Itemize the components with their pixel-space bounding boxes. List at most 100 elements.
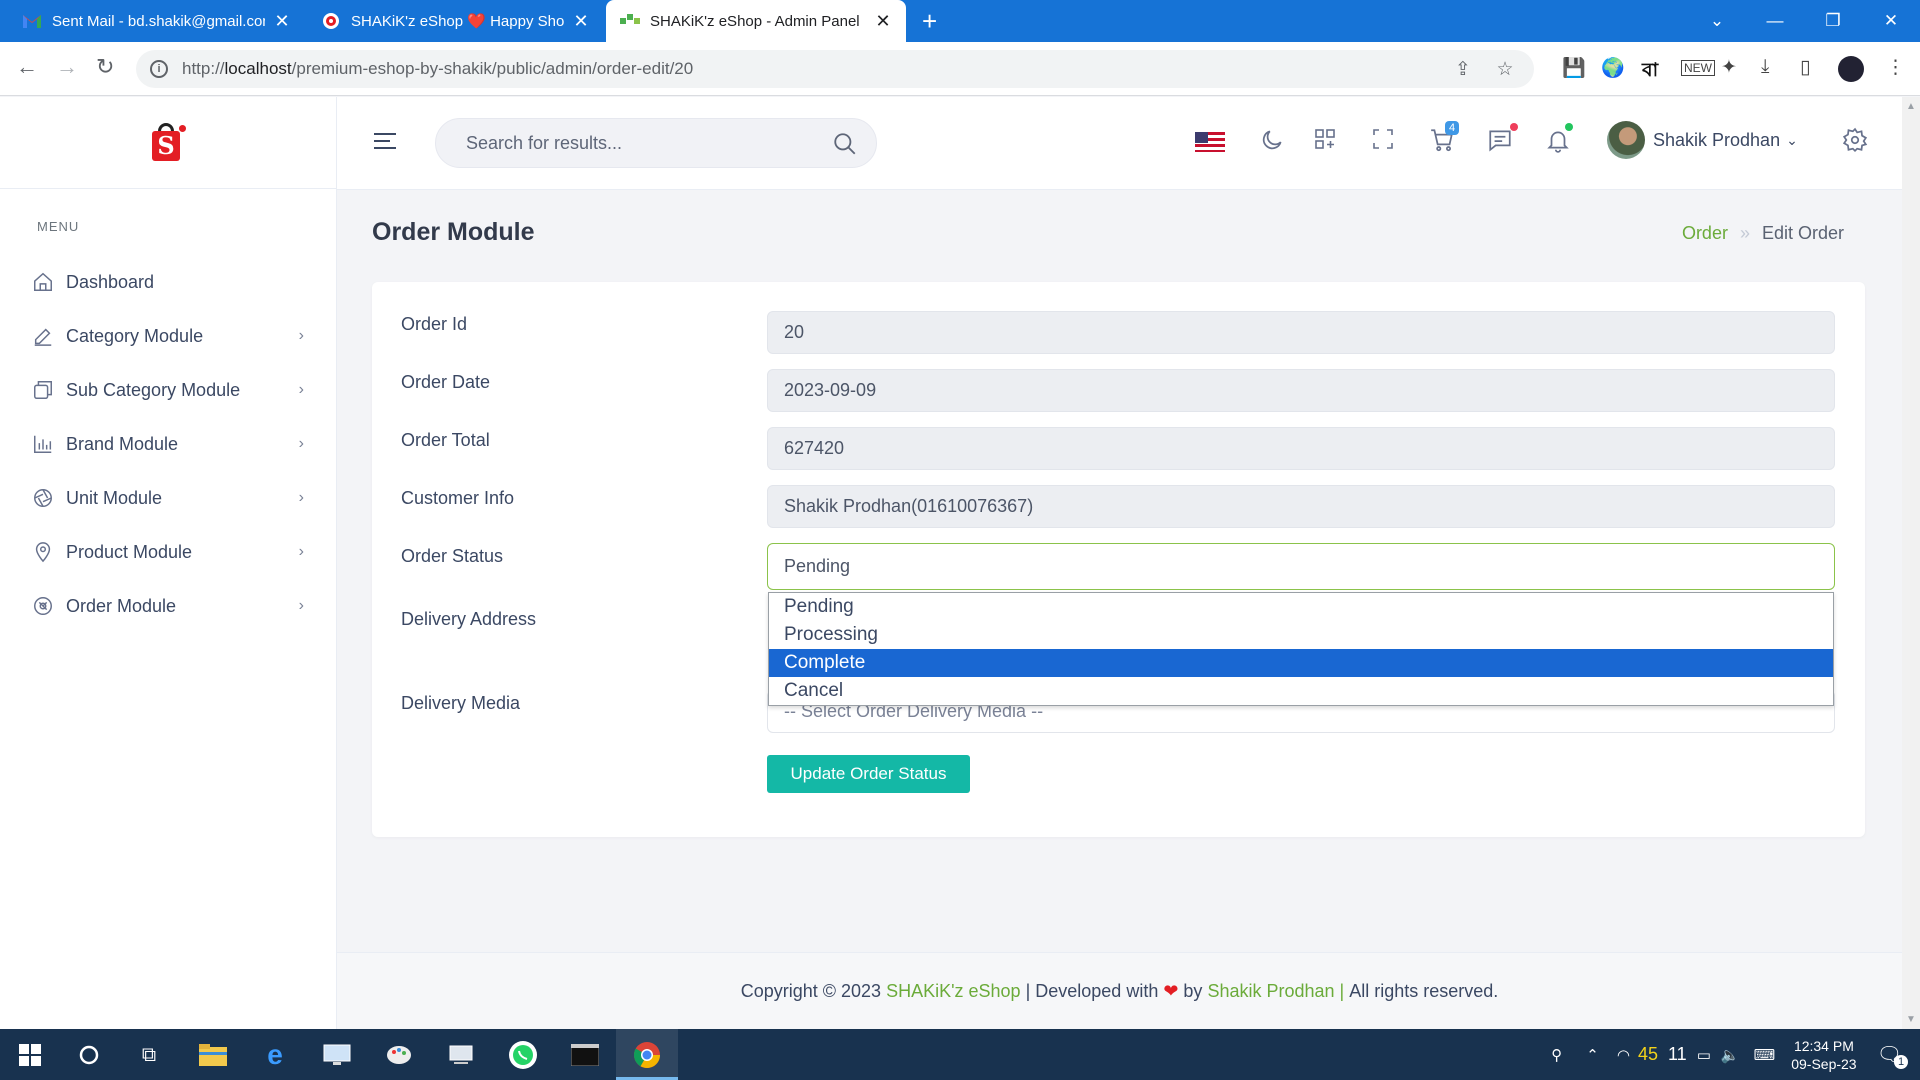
user-profile-menu[interactable]: Shakik Prodhan ⌄ [1607, 121, 1798, 159]
volume-icon[interactable]: 🔈 [1721, 1046, 1740, 1064]
sidebar-item-sub-category-module[interactable]: Sub Category Module › [0, 363, 336, 417]
globe-extension-icon[interactable]: 🌍 [1601, 56, 1625, 80]
network-app-icon[interactable] [445, 1039, 477, 1071]
breadcrumb-current: Edit Order [1761, 223, 1844, 243]
settings-gear-icon[interactable] [1842, 127, 1868, 158]
search-circle-icon[interactable] [73, 1039, 105, 1071]
tab-title: SHAKiK'z eShop ❤️ Happy Shopping [351, 13, 564, 30]
forward-icon[interactable]: → [56, 54, 78, 80]
save-extension-icon[interactable]: 💾 [1562, 56, 1586, 80]
menu-heading: MENU [37, 219, 80, 234]
file-explorer-icon[interactable] [197, 1039, 229, 1071]
status-option-complete[interactable]: Complete [769, 649, 1833, 677]
news-extension-icon[interactable]: NEW [1681, 60, 1715, 76]
close-tab-icon[interactable]: ✕ [273, 11, 291, 32]
sidebar-item-dashboard[interactable]: Dashboard [0, 255, 336, 309]
omnibox-actions: ⇪ ☆ [1444, 50, 1524, 88]
reload-icon[interactable]: ↻ [96, 54, 114, 80]
chevron-down-icon: ⌄ [1786, 131, 1798, 148]
windows-start-icon[interactable] [14, 1039, 46, 1071]
browser-menu-icon[interactable]: ⋮ [1886, 56, 1905, 79]
search-icon[interactable] [832, 131, 858, 162]
scroll-up-icon[interactable]: ▲ [1906, 101, 1916, 112]
messages-icon[interactable] [1487, 127, 1513, 158]
status-option-processing[interactable]: Processing [769, 621, 1833, 649]
sidebar-item-brand-module[interactable]: Brand Module › [0, 417, 336, 471]
heart-icon: ❤ [1163, 980, 1179, 1001]
order-status-select[interactable]: Pending [767, 543, 1835, 590]
sidebar-item-product-module[interactable]: Product Module › [0, 525, 336, 579]
order-date-field[interactable]: 2023-09-09 [767, 369, 1835, 412]
restore-icon[interactable]: ❐ [1804, 0, 1862, 42]
app-header: Search for results... 4 Shakik Prodhan ⌄ [337, 97, 1902, 190]
footer-brand-link[interactable]: SHAKiK'z eShop [886, 981, 1021, 1002]
page-scrollbar[interactable]: ▲ ▼ [1902, 97, 1920, 1029]
tab-admin-panel[interactable]: SHAKiK'z eShop - Admin Panel ✕ [606, 0, 906, 42]
menu-toggle-icon[interactable] [374, 133, 396, 154]
paint-app-icon[interactable] [383, 1039, 415, 1071]
task-view-icon[interactable]: ⧉ [133, 1039, 165, 1071]
close-tab-icon[interactable]: ✕ [572, 11, 590, 32]
footer-developed: | Developed with [1025, 980, 1159, 1001]
terminal-icon[interactable] [569, 1039, 601, 1071]
whatsapp-icon[interactable] [507, 1039, 539, 1071]
chevron-right-icon: › [298, 597, 304, 614]
status-option-cancel[interactable]: Cancel [769, 677, 1833, 705]
notifications-center-icon[interactable]: 🗨 1 [1877, 1042, 1908, 1069]
update-order-status-button[interactable]: Update Order Status [767, 755, 970, 793]
site-info-icon[interactable]: i [150, 60, 168, 78]
sidebar-item-order-module[interactable]: Order Module › [0, 579, 336, 633]
order-id-field[interactable]: 20 [767, 311, 1835, 354]
close-window-icon[interactable]: ✕ [1862, 0, 1920, 42]
tray-value-a: 45 [1637, 1044, 1658, 1064]
people-icon[interactable]: ⚲ [1551, 1046, 1562, 1064]
download-icon[interactable]: ⤓ [1761, 56, 1769, 78]
footer: Copyright © 2023 SHAKiK'z eShop | Develo… [337, 952, 1902, 1029]
tray-value-b: 11 [1668, 1044, 1687, 1064]
status-option-pending[interactable]: Pending [769, 593, 1833, 621]
sidebar-item-label: Order Module [66, 595, 177, 616]
tray-chevron-up-icon[interactable]: ⌃ [1586, 1046, 1599, 1064]
search-input[interactable]: Search for results... [435, 118, 877, 168]
apps-grid-icon[interactable] [1313, 127, 1337, 156]
language-flag-icon[interactable] [1195, 132, 1225, 152]
extensions-puzzle-icon[interactable]: ✦ [1721, 56, 1737, 79]
shop-icon [321, 11, 341, 31]
page-title: Order Module [372, 218, 535, 246]
back-icon[interactable]: ← [16, 54, 38, 80]
remote-desktop-icon[interactable] [321, 1039, 353, 1071]
dark-mode-moon-icon[interactable] [1259, 127, 1285, 158]
scroll-down-icon[interactable]: ▼ [1906, 1014, 1916, 1025]
fullscreen-icon[interactable] [1371, 127, 1395, 156]
side-panel-icon[interactable]: ▯ [1800, 56, 1810, 79]
order-icon [31, 594, 55, 618]
minimize-icon[interactable]: — [1746, 0, 1804, 42]
battery-icon[interactable]: ▭ [1697, 1046, 1711, 1064]
bangla-extension-icon[interactable]: বা [1642, 56, 1658, 88]
notifications-bell-icon[interactable] [1545, 127, 1571, 158]
profile-avatar-icon[interactable] [1838, 56, 1864, 82]
chrome-icon[interactable] [631, 1039, 663, 1071]
messages-dot [1510, 123, 1518, 131]
clock[interactable]: 12:34 PM 09-Sep-23 [1791, 1037, 1856, 1073]
keyboard-icon[interactable]: ⌨ [1754, 1046, 1776, 1064]
new-tab-icon[interactable]: + [922, 6, 937, 37]
footer-author-link[interactable]: Shakik Prodhan | [1207, 981, 1344, 1002]
wifi-icon[interactable]: ◠ [1617, 1046, 1630, 1064]
sidebar-item-category-module[interactable]: Category Module › [0, 309, 336, 363]
url-field[interactable]: i http:// localhost /premium-eshop-by-sh… [136, 50, 1534, 88]
order-total-field[interactable]: 627420 [767, 427, 1835, 470]
share-icon[interactable]: ⇪ [1444, 58, 1482, 81]
map-pin-icon [31, 540, 55, 564]
bookmark-star-icon[interactable]: ☆ [1486, 58, 1524, 81]
sidebar-item-unit-module[interactable]: Unit Module › [0, 471, 336, 525]
order-id-label: Order Id [401, 314, 468, 334]
edge-browser-icon[interactable]: e [259, 1039, 291, 1071]
close-tab-icon[interactable]: ✕ [874, 11, 892, 32]
tab-shop[interactable]: SHAKiK'z eShop ❤️ Happy Shopping ✕ [307, 0, 604, 42]
customer-info-field[interactable]: Shakik Prodhan(01610076367) [767, 485, 1835, 528]
tab-search-icon[interactable]: ⌄ [1688, 0, 1746, 42]
tab-gmail[interactable]: Sent Mail - bd.shakik@gmail.com ✕ [8, 0, 305, 42]
breadcrumb-link-order[interactable]: Order [1682, 223, 1728, 244]
shop-logo-icon[interactable]: S [148, 122, 188, 163]
